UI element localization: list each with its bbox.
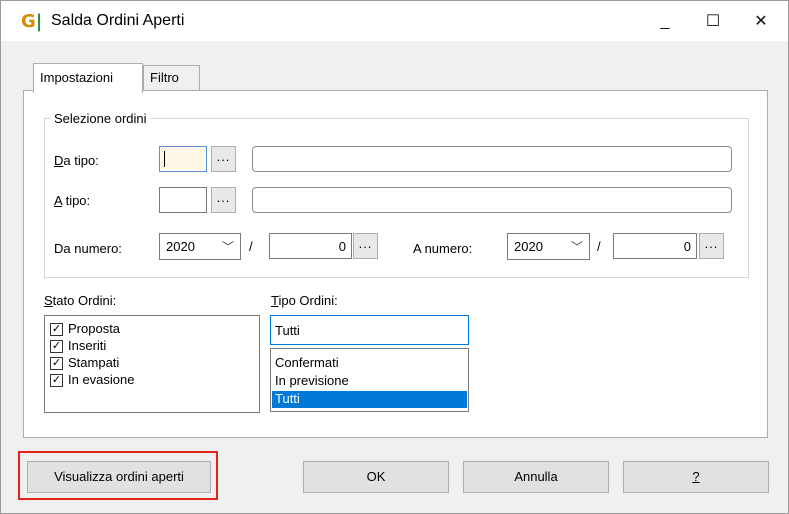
chevron-down-icon: ﹀	[570, 240, 583, 254]
a-tipo-code-input[interactable]	[159, 187, 207, 213]
a-numero-year-value: 2020	[514, 239, 543, 254]
tipo-option-tutti[interactable]: Tutti	[272, 391, 467, 408]
maximize-button[interactable]: ☐	[695, 9, 731, 35]
a-numero-year-select[interactable]: 2020 ﹀	[507, 233, 590, 260]
stato-stampati-label: Stampati	[68, 355, 120, 370]
minimize-button[interactable]: _	[647, 9, 683, 35]
tipo-ordini-select[interactable]: Tutti	[270, 315, 469, 345]
a-numero-number-value: 0	[683, 239, 691, 254]
visualizza-ordini-aperti-button[interactable]: Visualizza ordini aperti	[27, 461, 211, 493]
da-numero-separator: /	[249, 239, 253, 254]
close-button[interactable]: ✕	[743, 9, 779, 35]
checkmark-icon: ✓	[50, 357, 63, 370]
checkmark-icon: ✓	[50, 374, 63, 387]
checkmark-icon: ✓	[50, 340, 63, 353]
title-bar: G| Salda Ordini Aperti _ ☐ ✕	[1, 1, 788, 41]
tipo-ordini-label: Tipo Ordini:	[271, 293, 338, 308]
dialog-window: G| Salda Ordini Aperti _ ☐ ✕ Impostazion…	[0, 0, 789, 514]
tab-filtro[interactable]: Filtro	[143, 65, 200, 93]
tipo-ordini-value: Tutti	[275, 323, 300, 338]
annulla-button[interactable]: Annulla	[463, 461, 609, 493]
app-logo-icon: G|	[21, 11, 43, 32]
da-numero-year-select[interactable]: 2020 ﹀	[159, 233, 241, 260]
da-numero-label: Da numero:	[54, 241, 122, 256]
tipo-option-in-previsione[interactable]: In previsione	[272, 373, 467, 390]
tipo-ordini-dropdown-list: Confermati In previsione Tutti	[270, 348, 469, 412]
da-numero-number-input[interactable]: 0	[269, 233, 352, 259]
chevron-down-icon: ﹀	[221, 240, 234, 254]
stato-in-evasione-checkbox[interactable]: ✓ In evasione	[50, 371, 250, 390]
stato-ordini-label: Stato Ordini:	[44, 293, 117, 308]
stato-inseriti-label: Inseriti	[68, 338, 107, 353]
window-title: Salda Ordini Aperti	[51, 12, 185, 29]
da-tipo-code-input[interactable]	[159, 146, 207, 172]
stato-ordini-checklist: ✓ Proposta ✓ Inseriti ✓ Stampati ✓ In ev…	[44, 315, 260, 413]
a-numero-lookup-button[interactable]: ...	[699, 233, 724, 259]
da-tipo-description-field	[252, 146, 732, 172]
a-numero-label: A numero:	[413, 241, 473, 256]
a-tipo-label: A tipo:	[54, 193, 91, 208]
da-numero-number-value: 0	[338, 239, 346, 254]
help-button[interactable]: ?	[623, 461, 769, 493]
stato-proposta-label: Proposta	[68, 321, 121, 336]
da-tipo-label: Da tipo:	[54, 153, 99, 168]
selezione-ordini-legend: Selezione ordini	[51, 111, 150, 126]
a-tipo-lookup-button[interactable]: ...	[211, 187, 236, 213]
stato-in-evasione-label: In evasione	[68, 372, 135, 387]
a-numero-number-input[interactable]: 0	[613, 233, 697, 259]
da-numero-lookup-button[interactable]: ...	[353, 233, 378, 259]
tab-impostazioni[interactable]: Impostazioni	[33, 63, 143, 93]
da-numero-year-value: 2020	[166, 239, 195, 254]
a-tipo-description-field	[252, 187, 732, 213]
a-numero-separator: /	[597, 239, 601, 254]
ok-button[interactable]: OK	[303, 461, 449, 493]
da-tipo-lookup-button[interactable]: ...	[211, 146, 236, 172]
text-caret	[164, 151, 165, 167]
checkmark-icon: ✓	[50, 323, 63, 336]
tipo-option-confermati[interactable]: Confermati	[272, 355, 467, 372]
